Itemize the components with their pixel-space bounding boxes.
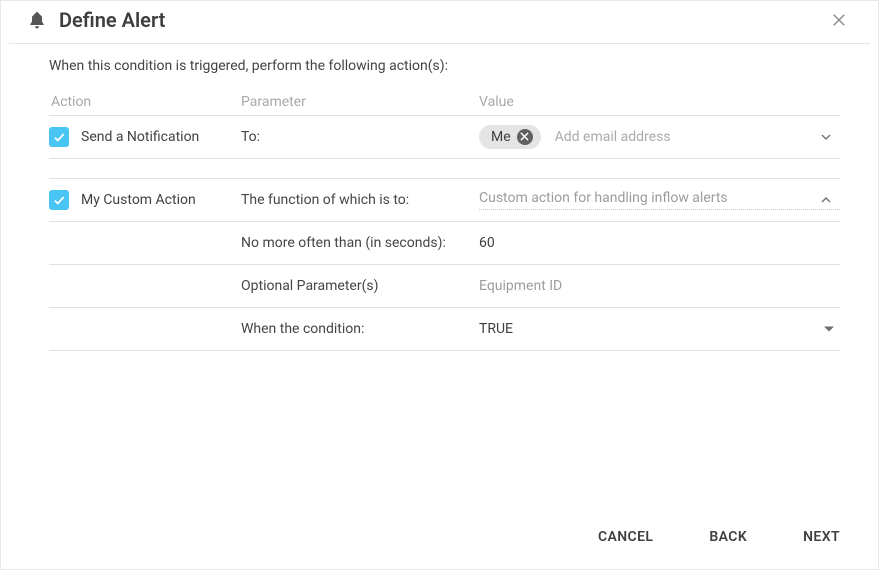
column-parameter: Parameter [241, 94, 479, 110]
action-cell: My Custom Action [49, 190, 241, 210]
optional-label: Optional Parameter(s) [241, 278, 479, 294]
custom-checkbox[interactable] [49, 190, 69, 210]
notification-checkbox[interactable] [49, 127, 69, 147]
when-label: When the condition: [241, 321, 479, 337]
alert-bell-icon [27, 10, 47, 30]
dialog-content: When this condition is triggered, perfor… [1, 44, 878, 351]
when-value: TRUE [479, 321, 513, 337]
next-button[interactable]: NEXT [799, 523, 844, 551]
optional-value: Equipment ID [479, 278, 562, 294]
instruction-text: When this condition is triggered, perfor… [49, 58, 840, 74]
chevron-down-icon [818, 129, 834, 145]
close-button[interactable] [826, 7, 852, 33]
dialog-header: Define Alert [9, 1, 870, 44]
column-headers: Action Parameter Value [49, 94, 840, 116]
action-row-notification: Send a Notification To: Me Add email add… [49, 115, 840, 159]
dropdown-caret-icon [824, 327, 834, 332]
email-input[interactable]: Add email address [555, 129, 671, 145]
rate-value: 60 [479, 235, 495, 251]
custom-function-value[interactable]: Custom action for handling inflow alerts [479, 190, 840, 210]
function-description: Custom action for handling inflow alerts [479, 190, 840, 210]
expand-button[interactable] [818, 129, 834, 145]
dialog-title: Define Alert [59, 8, 826, 32]
notification-value: Me Add email address [479, 125, 840, 149]
custom-function-label: The function of which is to: [241, 192, 479, 208]
when-row: When the condition: TRUE [49, 307, 840, 351]
action-cell: Send a Notification [49, 127, 241, 147]
optional-value-cell[interactable]: Equipment ID [479, 278, 840, 294]
column-value: Value [479, 94, 840, 110]
recipient-chip-me[interactable]: Me [479, 125, 541, 149]
notification-label: Send a Notification [81, 129, 199, 145]
when-value-cell[interactable]: TRUE [479, 321, 840, 337]
chevron-up-icon [818, 192, 834, 208]
close-icon [520, 129, 529, 145]
action-row-custom: My Custom Action The function of which i… [49, 178, 840, 222]
dialog-footer: CANCEL BACK NEXT [594, 523, 844, 551]
chip-label: Me [491, 129, 511, 145]
define-alert-dialog: Define Alert When this condition is trig… [0, 0, 879, 570]
notification-to-label: To: [241, 129, 479, 145]
close-icon [830, 11, 848, 29]
custom-label: My Custom Action [81, 192, 196, 208]
rate-row: No more often than (in seconds): 60 [49, 221, 840, 265]
rate-label: No more often than (in seconds): [241, 235, 479, 251]
collapse-button[interactable] [818, 192, 834, 208]
optional-row: Optional Parameter(s) Equipment ID [49, 264, 840, 308]
rate-value-cell[interactable]: 60 [479, 235, 840, 251]
column-action: Action [49, 94, 241, 110]
chip-remove-button[interactable] [517, 129, 533, 145]
cancel-button[interactable]: CANCEL [594, 523, 657, 551]
back-button[interactable]: BACK [705, 523, 751, 551]
